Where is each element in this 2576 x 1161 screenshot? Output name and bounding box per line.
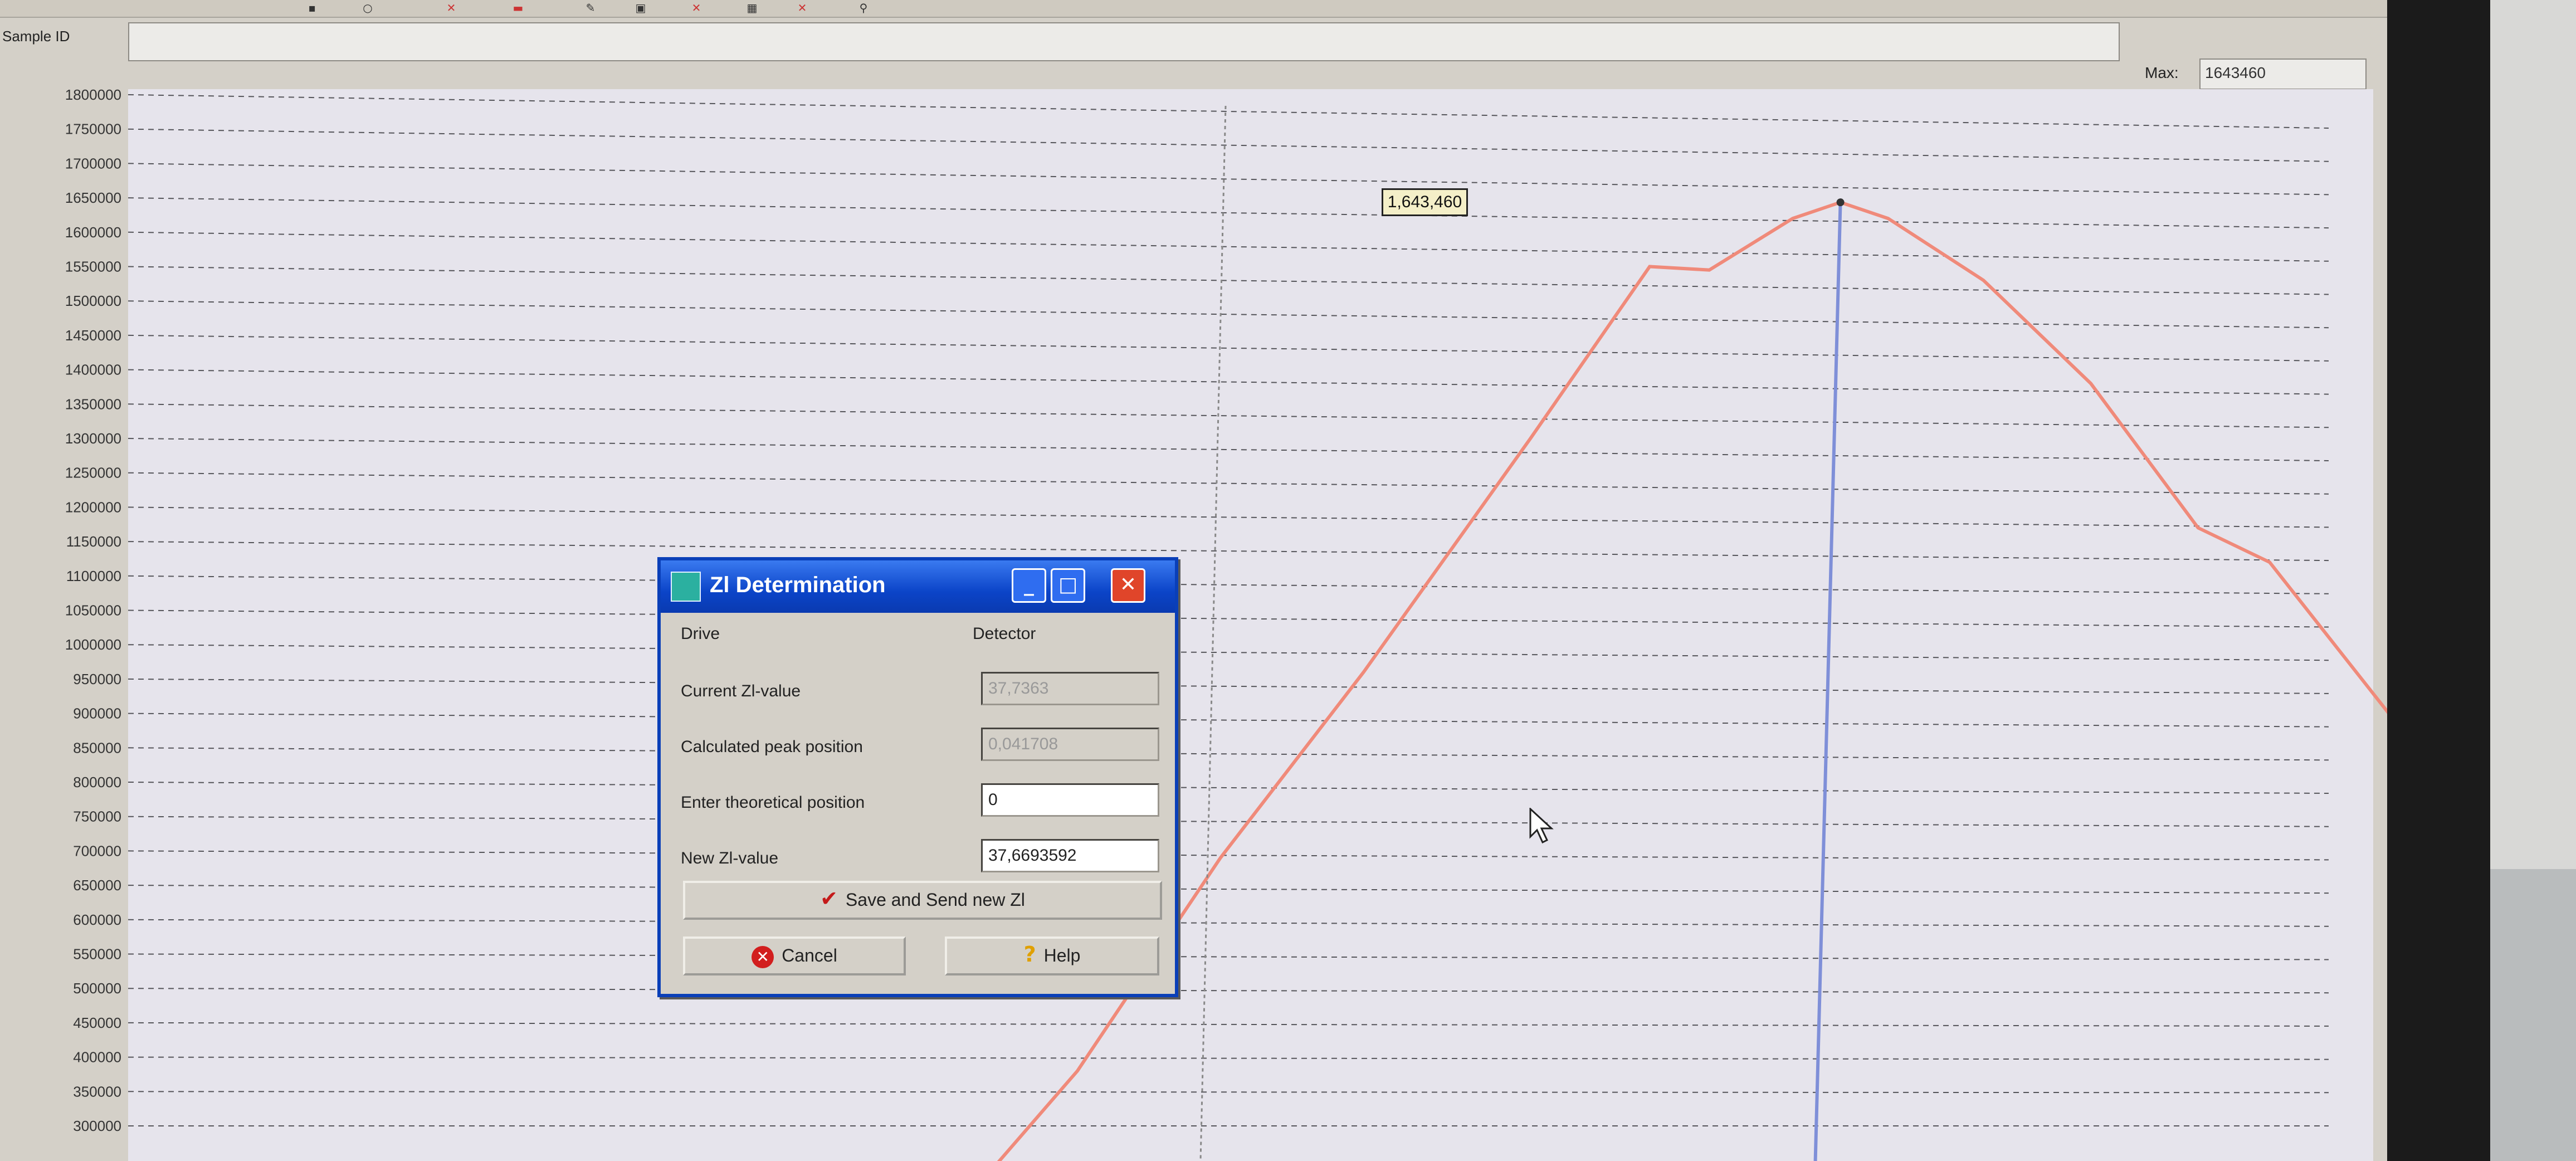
dialog-titlebar[interactable]: Zl Determination _ □ ✕ <box>661 560 1175 613</box>
y-tick-label: 1750000 <box>65 121 121 138</box>
y-tick-label: 1250000 <box>65 465 121 481</box>
y-tick-label: 1600000 <box>65 224 121 241</box>
y-tick-label: 650000 <box>73 877 121 894</box>
cancel-button-label: Cancel <box>782 945 837 965</box>
y-tick-label: 850000 <box>73 739 121 756</box>
checkmark-icon: ✔ <box>820 886 838 911</box>
y-tick-label: 1100000 <box>66 568 121 584</box>
current-zl-field: 37,7363 <box>981 672 1159 705</box>
y-axis-ticks: 1800000 1750000 1700000 1650000 1600000 15500… <box>65 86 121 1134</box>
y-tick-label: 1050000 <box>65 602 121 619</box>
drive-label: Drive <box>681 625 720 643</box>
help-button[interactable]: ? Help <box>945 936 1159 975</box>
y-tick-label: 700000 <box>73 842 121 859</box>
y-tick-label: 550000 <box>73 946 121 963</box>
background-desk <box>2490 869 2576 1161</box>
help-button-label: Help <box>1043 945 1081 965</box>
y-tick-label: 1450000 <box>65 327 121 344</box>
close-button[interactable]: ✕ <box>1111 568 1145 603</box>
y-tick-label: 950000 <box>73 671 121 687</box>
save-and-send-button[interactable]: ✔ Save and Send new Zl <box>683 881 1162 920</box>
y-tick-label: 1300000 <box>65 430 121 447</box>
y-tick-label: 600000 <box>73 911 121 928</box>
application-window: ▪ ○ ✕ ▬ ✎ ▣ ✕ ▦ ✕ ⚲ Sample ID Max: 16434… <box>0 0 2387 1161</box>
y-tick-label: 1550000 <box>65 258 121 275</box>
mouse-cursor-icon <box>1529 808 1554 844</box>
zl-determination-dialog: Zl Determination _ □ ✕ Drive Detector Cu… <box>657 557 1178 997</box>
minimize-button[interactable]: _ <box>1012 568 1046 603</box>
y-tick-label: 1000000 <box>65 636 121 653</box>
calculated-peak-field: 0,041708 <box>981 728 1159 761</box>
detector-label: Detector <box>973 625 1036 643</box>
theoretical-position-input[interactable]: 0 <box>981 783 1159 817</box>
theoretical-position-label: Enter theoretical position <box>681 793 865 812</box>
y-tick-label: 900000 <box>73 705 121 722</box>
new-zl-field[interactable]: 37,6693592 <box>981 839 1159 872</box>
y-tick-label: 1150000 <box>66 533 121 550</box>
y-tick-label: 1700000 <box>65 155 121 172</box>
chart-app-icon <box>671 572 701 602</box>
save-button-label: Save and Send new Zl <box>845 890 1025 910</box>
chart: 1800000 1750000 1700000 1650000 1600000 15500… <box>65 86 2387 1161</box>
y-tick-label: 1800000 <box>65 86 121 103</box>
y-tick-label: 300000 <box>73 1118 121 1134</box>
maximize-button[interactable]: □ <box>1051 568 1085 603</box>
y-tick-label: 800000 <box>73 774 121 791</box>
y-tick-label: 1200000 <box>65 499 121 515</box>
y-tick-label: 1650000 <box>65 189 121 206</box>
y-tick-label: 400000 <box>73 1049 121 1066</box>
cancel-icon: ✕ <box>752 945 774 968</box>
peak-value-tooltip: 1,643,460 <box>1382 188 1468 216</box>
calculated-peak-label: Calculated peak position <box>681 738 863 756</box>
current-zl-label: Current Zl-value <box>681 682 801 700</box>
dialog-title: Zl Determination <box>710 573 886 597</box>
y-tick-label: 450000 <box>73 1014 121 1031</box>
cancel-button[interactable]: ✕ Cancel <box>683 936 906 975</box>
help-icon: ? <box>1023 942 1036 967</box>
peak-point <box>1836 198 1845 207</box>
y-tick-label: 350000 <box>73 1083 121 1100</box>
y-tick-label: 1400000 <box>65 362 121 378</box>
y-tick-label: 500000 <box>73 980 121 997</box>
y-tick-label: 1350000 <box>65 396 121 412</box>
y-tick-label: 750000 <box>73 808 121 825</box>
new-zl-label: New Zl-value <box>681 849 779 867</box>
y-tick-label: 1500000 <box>65 292 121 309</box>
